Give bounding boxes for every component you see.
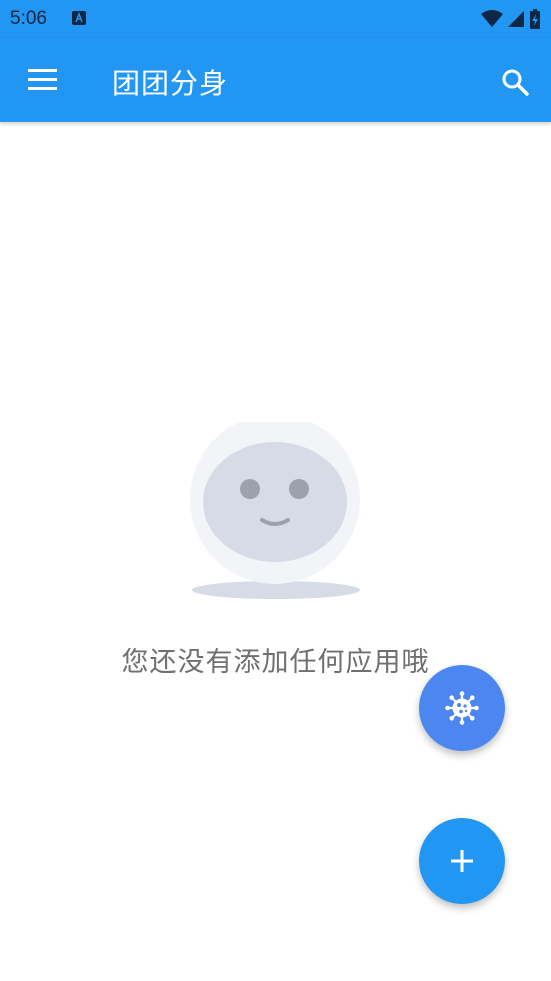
- search-button[interactable]: [493, 60, 537, 104]
- wifi-icon: [481, 10, 503, 27]
- app-title: 团团分身: [112, 67, 229, 100]
- a-app-icon: [72, 11, 86, 25]
- virus-icon: [445, 691, 479, 725]
- menu-button[interactable]: [18, 58, 66, 102]
- search-icon: [502, 69, 529, 96]
- empty-illustration: [190, 422, 360, 599]
- menu-icon: [28, 69, 57, 90]
- plus-icon: [451, 850, 473, 872]
- app-bar: 团团分身: [0, 38, 551, 122]
- add-app-button[interactable]: [419, 818, 505, 904]
- status-bar: 5:06: [0, 0, 551, 38]
- virus-fab-button[interactable]: [419, 665, 505, 751]
- status-icons: [481, 9, 541, 29]
- battery-icon: [530, 9, 540, 29]
- status-time: 5:06: [10, 8, 47, 29]
- signal-icon: [508, 11, 524, 27]
